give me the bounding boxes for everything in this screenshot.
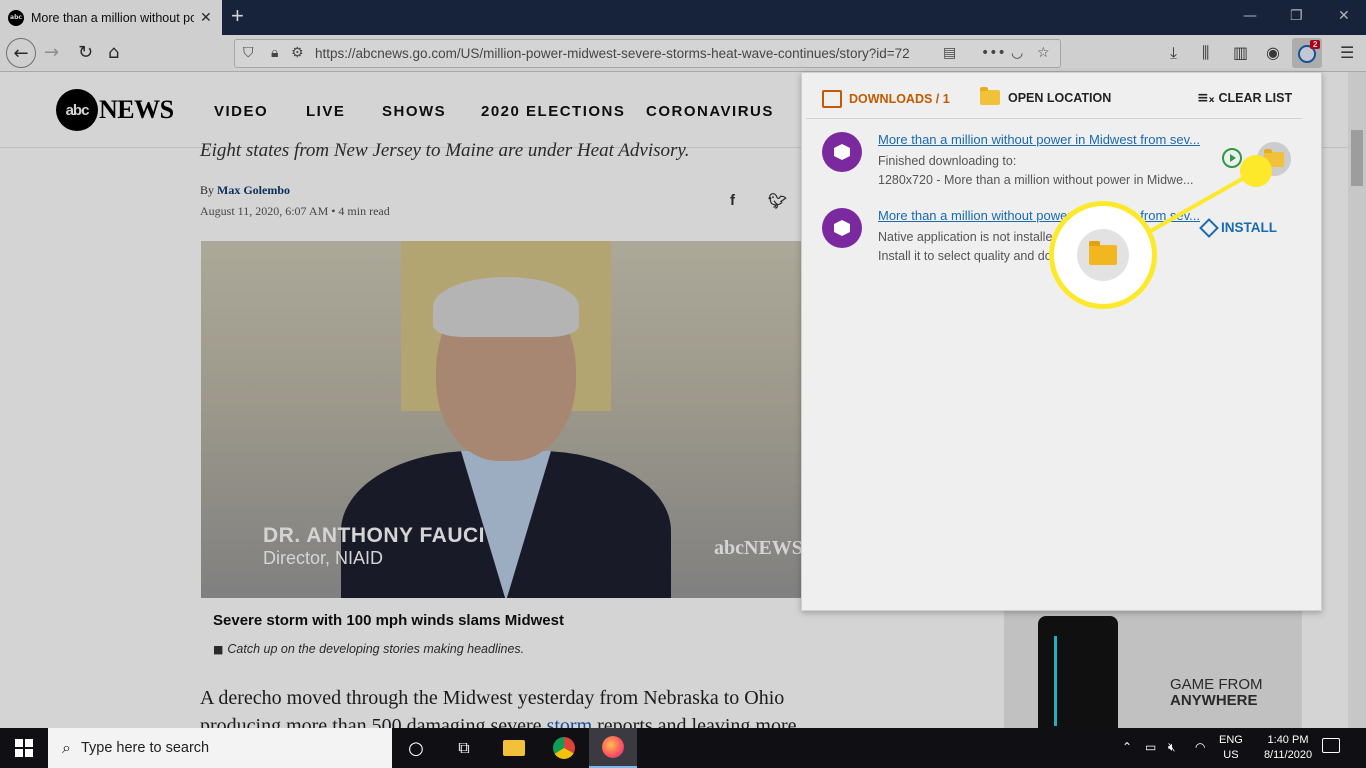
region-code: US <box>1223 749 1239 761</box>
file-explorer-icon[interactable] <box>490 728 538 768</box>
clock-time: 1:40 PM <box>1267 734 1309 746</box>
task-view-icon[interactable]: ⧉ <box>440 728 488 768</box>
callout-magnifier <box>1049 201 1157 309</box>
battery-icon[interactable]: ▭ <box>1145 740 1156 754</box>
windows-logo-icon <box>15 739 33 757</box>
callout-connector <box>1139 169 1257 239</box>
windows-taskbar: ⌕ Type here to search ○ ⧉ ⌃ ▭ 🔇︎ ◠ ENG U… <box>0 728 1366 768</box>
input-language[interactable]: ENG US <box>1219 733 1243 763</box>
search-icon: ⌕ <box>62 738 71 757</box>
language-code: ENG <box>1219 734 1243 746</box>
show-hidden-icons-icon[interactable]: ⌃ <box>1122 740 1132 754</box>
wifi-icon[interactable]: ◠ <box>1195 740 1205 754</box>
callout-target-dot <box>1240 155 1272 187</box>
taskbar-search[interactable]: ⌕ Type here to search <box>48 728 392 768</box>
chrome-icon[interactable] <box>540 728 588 768</box>
magnified-folder-button <box>1077 229 1129 281</box>
firefox-icon[interactable] <box>589 728 637 768</box>
search-placeholder: Type here to search <box>80 740 210 756</box>
volume-mute-icon[interactable]: 🔇︎ <box>1168 740 1176 755</box>
clock[interactable]: 1:40 PM 8/11/2020 <box>1260 733 1316 763</box>
clock-date: 8/11/2020 <box>1263 749 1313 761</box>
start-button[interactable] <box>0 728 48 768</box>
cortana-icon[interactable]: ○ <box>392 728 440 768</box>
folder-icon <box>1089 241 1117 265</box>
notifications-icon[interactable] <box>1322 738 1340 753</box>
